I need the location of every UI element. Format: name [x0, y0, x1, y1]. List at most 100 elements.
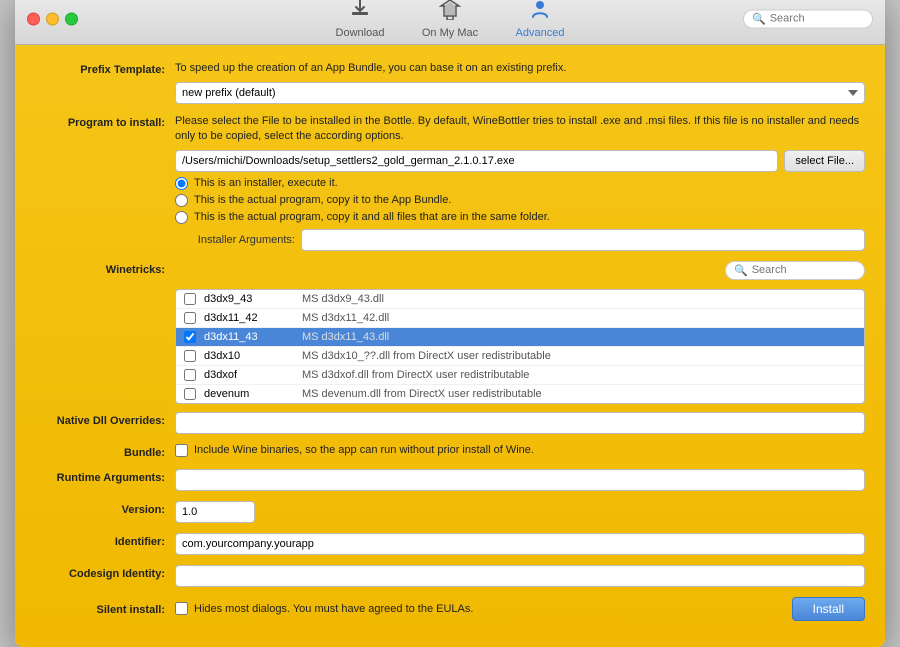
on-my-mac-icon — [439, 0, 461, 24]
wt-row-d3dx11_43[interactable]: d3dx11_43 MS d3dx11_43.dll — [176, 328, 864, 347]
maximize-button[interactable] — [65, 12, 78, 25]
version-label: Version: — [35, 501, 175, 516]
version-content — [175, 501, 865, 523]
radio-installer-input[interactable] — [175, 177, 188, 190]
search-icon: 🔍 — [752, 12, 766, 25]
select-file-button[interactable]: select File... — [784, 150, 865, 172]
identifier-input[interactable] — [175, 533, 865, 555]
toolbar-advanced-label: Advanced — [516, 27, 565, 39]
radio-copy[interactable]: This is the actual program, copy it to t… — [175, 194, 865, 207]
wt-desc-d3dx10: MS d3dx10_??.dll from DirectX user redis… — [302, 350, 551, 362]
winetricks-search-box[interactable]: 🔍 — [725, 261, 865, 280]
wt-checkbox-d3dx10[interactable] — [184, 350, 196, 362]
radio-installer[interactable]: This is an installer, execute it. — [175, 177, 865, 190]
bundle-checkbox-item[interactable]: Include Wine binaries, so the app can ru… — [175, 444, 865, 457]
codesign-content — [175, 565, 865, 587]
wt-name-d3dx11_43: d3dx11_43 — [204, 331, 294, 343]
wt-name-d3dxof: d3dxof — [204, 369, 294, 381]
installer-args-label: Installer Arguments: — [175, 234, 295, 246]
installer-args-input[interactable] — [301, 229, 865, 251]
program-install-content: Please select the File to be installed i… — [175, 114, 865, 251]
radio-copy-folder[interactable]: This is the actual program, copy it and … — [175, 211, 865, 224]
titlebar: Download On My Mac — [15, 0, 885, 45]
codesign-row: Codesign Identity: — [35, 565, 865, 587]
wt-name-d3dx9_43: d3dx9_43 — [204, 293, 294, 305]
runtime-args-content — [175, 469, 865, 491]
bundle-description: Include Wine binaries, so the app can ru… — [194, 444, 534, 456]
wt-row-devenum[interactable]: devenum MS devenum.dll from DirectX user… — [176, 385, 864, 403]
search-box[interactable]: 🔍 — [743, 9, 873, 28]
native-dll-label: Native Dll Overrides: — [35, 412, 175, 427]
radio-copy-label: This is the actual program, copy it to t… — [194, 194, 451, 206]
prefix-template-description: To speed up the creation of an App Bundl… — [175, 61, 865, 76]
minimize-button[interactable] — [46, 12, 59, 25]
wt-desc-d3dxof: MS d3dxof.dll from DirectX user redistri… — [302, 369, 529, 381]
wt-row-d3dx10[interactable]: d3dx10 MS d3dx10_??.dll from DirectX use… — [176, 347, 864, 366]
prefix-template-select[interactable]: new prefix (default) — [175, 82, 865, 104]
toolbar-item-on-my-mac[interactable]: On My Mac — [420, 0, 480, 39]
wt-name-d3dx10: d3dx10 — [204, 350, 294, 362]
wt-desc-d3dx9_43: MS d3dx9_43.dll — [302, 293, 384, 305]
search-input[interactable] — [770, 13, 864, 25]
codesign-input[interactable] — [175, 565, 865, 587]
identifier-content — [175, 533, 865, 555]
bundle-content: Include Wine binaries, so the app can ru… — [175, 444, 865, 457]
radio-copy-input[interactable] — [175, 194, 188, 207]
bundle-checkbox[interactable] — [175, 444, 188, 457]
wt-desc-d3dx11_43: MS d3dx11_43.dll — [302, 331, 389, 343]
wt-checkbox-d3dxof[interactable] — [184, 369, 196, 381]
radio-copy-folder-input[interactable] — [175, 211, 188, 224]
program-install-row: Program to install: Please select the Fi… — [35, 114, 865, 251]
toolbar-on-my-mac-label: On My Mac — [422, 27, 478, 39]
toolbar-item-download[interactable]: Download — [330, 0, 390, 39]
version-input[interactable] — [175, 501, 255, 523]
silent-install-content: Hides most dialogs. You must have agreed… — [175, 597, 865, 621]
installer-args-row: Installer Arguments: — [175, 229, 865, 251]
silent-install-checkbox-item[interactable]: Hides most dialogs. You must have agreed… — [175, 602, 473, 615]
native-dll-row: Native Dll Overrides: — [35, 412, 865, 434]
program-install-description: Please select the File to be installed i… — [175, 114, 865, 145]
prefix-template-label: Prefix Template: — [35, 61, 175, 76]
bundle-label: Bundle: — [35, 444, 175, 459]
toolbar: Download On My Mac — [330, 0, 570, 39]
winetricks-search-input[interactable] — [752, 264, 856, 276]
prefix-template-content: To speed up the creation of an App Bundl… — [175, 61, 865, 103]
wt-row-d3dxof[interactable]: d3dxof MS d3dxof.dll from DirectX user r… — [176, 366, 864, 385]
runtime-args-input[interactable] — [175, 469, 865, 491]
wt-checkbox-d3dx11_43[interactable] — [184, 331, 196, 343]
winetricks-search-row: 🔍 — [175, 261, 865, 280]
traffic-lights — [27, 12, 78, 25]
wt-checkbox-d3dx9_43[interactable] — [184, 293, 196, 305]
silent-install-checkbox[interactable] — [175, 602, 188, 615]
runtime-args-label: Runtime Arguments: — [35, 469, 175, 484]
silent-install-label: Silent install: — [35, 601, 175, 616]
main-window: Download On My Mac — [15, 0, 885, 647]
wt-checkbox-d3dx11_42[interactable] — [184, 312, 196, 324]
wt-name-d3dx11_42: d3dx11_42 — [204, 312, 294, 324]
wt-row-d3dx9_43[interactable]: d3dx9_43 MS d3dx9_43.dll — [176, 290, 864, 309]
radio-installer-label: This is an installer, execute it. — [194, 177, 338, 189]
runtime-args-row: Runtime Arguments: — [35, 469, 865, 491]
toolbar-item-advanced[interactable]: Advanced — [510, 0, 570, 39]
wt-desc-d3dx11_42: MS d3dx11_42.dll — [302, 312, 389, 324]
winetricks-list: d3dx9_43 MS d3dx9_43.dll d3dx11_42 MS d3… — [175, 289, 865, 404]
winetricks-label: Winetricks: — [35, 261, 175, 276]
advanced-icon — [529, 0, 551, 24]
winetricks-search-icon: 🔍 — [734, 264, 748, 277]
version-row: Version: — [35, 501, 865, 523]
wt-checkbox-devenum[interactable] — [184, 388, 196, 400]
file-row: select File... — [175, 150, 865, 172]
silent-install-description: Hides most dialogs. You must have agreed… — [194, 603, 473, 615]
native-dll-input[interactable] — [175, 412, 865, 434]
program-install-label: Program to install: — [35, 114, 175, 129]
wt-row-d3dx11_42[interactable]: d3dx11_42 MS d3dx11_42.dll — [176, 309, 864, 328]
file-path-input[interactable] — [175, 150, 778, 172]
radio-group: This is an installer, execute it. This i… — [175, 177, 865, 224]
install-button[interactable]: Install — [792, 597, 865, 621]
main-content: Prefix Template: To speed up the creatio… — [15, 45, 885, 646]
winetricks-content: 🔍 d3dx9_43 MS d3dx9_43.dll d3dx11_42 MS … — [175, 261, 865, 404]
wt-name-devenum: devenum — [204, 388, 294, 400]
close-button[interactable] — [27, 12, 40, 25]
download-icon — [349, 0, 371, 24]
toolbar-download-label: Download — [336, 27, 385, 39]
